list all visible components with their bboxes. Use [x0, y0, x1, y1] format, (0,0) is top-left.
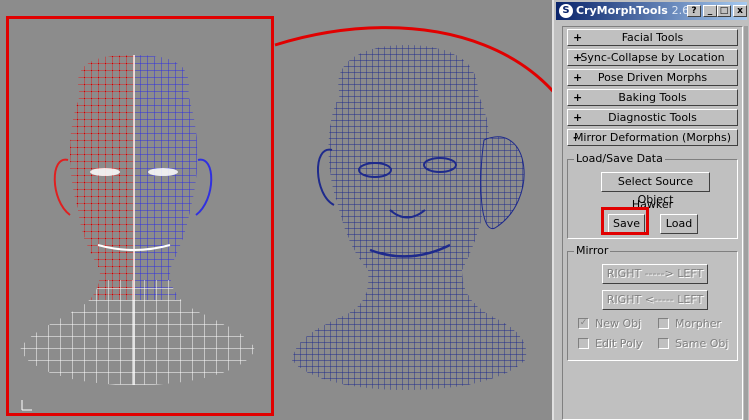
- minimize-button[interactable]: _: [703, 5, 717, 17]
- rollout-pose-driven-morphs[interactable]: + Pose Driven Morphs: [567, 69, 738, 86]
- group-label: Load/Save Data: [574, 152, 665, 165]
- title-bar: S CryMorphTools 2.6 ? _ □ x: [556, 2, 747, 20]
- close-button[interactable]: x: [733, 5, 747, 17]
- rollout-container: + Facial Tools + Sync-Collapse by Locati…: [562, 26, 743, 420]
- mirror-group: Mirror RIGHT -----> LEFT RIGHT <----- LE…: [567, 244, 738, 361]
- mirror-right-to-left-button[interactable]: RIGHT -----> LEFT: [602, 264, 708, 284]
- select-source-object-button[interactable]: Select Source Object: [601, 172, 710, 206]
- mirror-left-to-right-button[interactable]: RIGHT <----- LEFT: [602, 290, 708, 310]
- rollout-label: Facial Tools: [621, 31, 684, 44]
- rollout-label: Baking Tools: [618, 91, 687, 104]
- morpher-checkbox[interactable]: [658, 318, 669, 329]
- edit-poly-label: Edit Poly: [595, 337, 643, 350]
- rollout-collapse-icon: -: [573, 131, 578, 144]
- load-save-group: Load/Save Data Select Source Object Hawk…: [567, 152, 738, 239]
- help-button[interactable]: ?: [687, 5, 701, 17]
- same-obj-label: Same Obj: [675, 337, 729, 350]
- maximize-button[interactable]: □: [717, 5, 731, 17]
- rollout-expand-icon: +: [573, 31, 583, 44]
- morpher-label: Morpher: [675, 317, 721, 330]
- new-obj-label: New Obj: [595, 317, 642, 330]
- rollout-expand-icon: +: [573, 51, 583, 64]
- tool-panel: S CryMorphTools 2.6 ? _ □ x + Facial Too…: [552, 0, 749, 420]
- rollout-diagnostic-tools[interactable]: + Diagnostic Tools: [567, 109, 738, 126]
- window-title: CryMorphTools 2.6: [576, 4, 690, 17]
- edit-poly-checkbox[interactable]: [578, 338, 589, 349]
- rollout-label: Pose Driven Morphs: [597, 71, 708, 84]
- rollout-expand-icon: +: [573, 111, 583, 124]
- load-button[interactable]: Load: [660, 214, 698, 234]
- group-label: Mirror: [574, 244, 611, 257]
- source-object-name: Hawker: [631, 198, 674, 211]
- rollout-label: Diagnostic Tools: [608, 111, 697, 124]
- app-logo-icon: S: [559, 4, 573, 18]
- rollout-expand-icon: +: [573, 71, 583, 84]
- rollout-mirror-deformation[interactable]: - Mirror Deformation (Morphs): [567, 129, 738, 146]
- rollout-label: Mirror Deformation (Morphs): [573, 131, 732, 144]
- rollout-label: Sync-Collapse by Location: [580, 51, 725, 64]
- panel-scrollbar[interactable]: [744, 26, 748, 420]
- viewport-highlight-frame: [6, 16, 274, 416]
- save-button-highlight: [601, 207, 649, 235]
- new-obj-checkbox[interactable]: ✓: [578, 318, 589, 329]
- rollout-sync-collapse[interactable]: + Sync-Collapse by Location: [567, 49, 738, 66]
- rollout-baking-tools[interactable]: + Baking Tools: [567, 89, 738, 106]
- rollout-facial-tools[interactable]: + Facial Tools: [567, 29, 738, 46]
- same-obj-checkbox[interactable]: [658, 338, 669, 349]
- rollout-expand-icon: +: [573, 91, 583, 104]
